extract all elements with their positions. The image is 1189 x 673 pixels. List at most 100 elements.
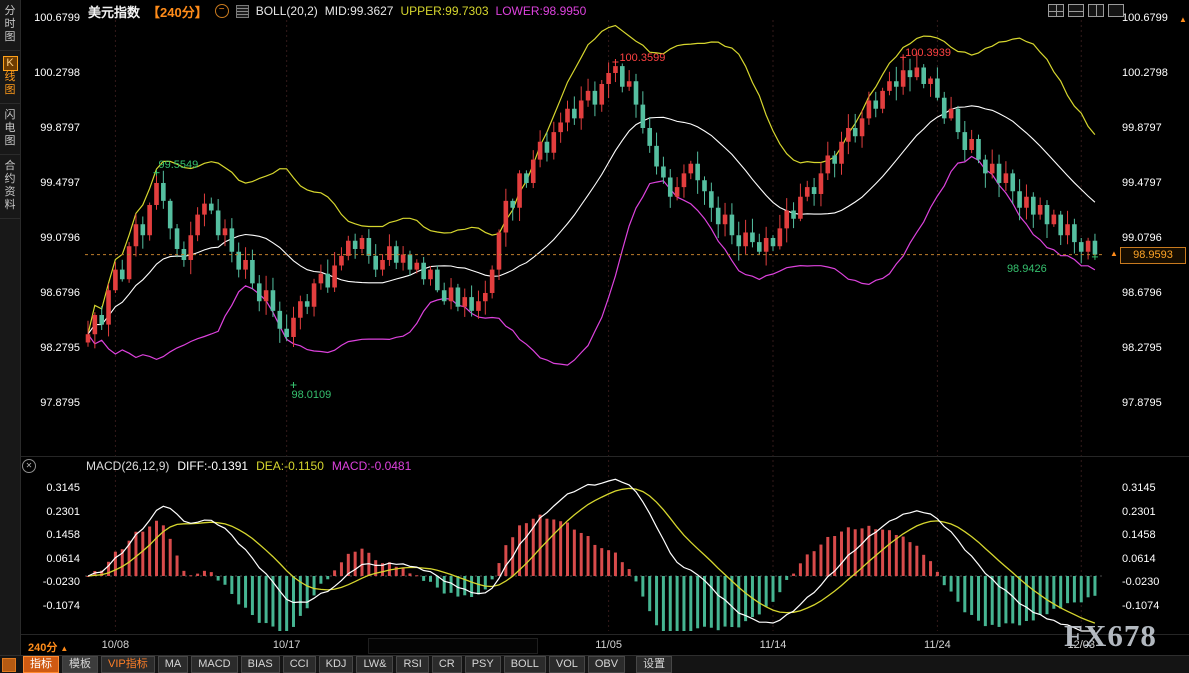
macd-label: MACD(26,12,9)	[86, 459, 169, 473]
icon-line	[1049, 11, 1063, 12]
footer-menu-icon[interactable]	[2, 658, 16, 672]
price-axis-label-right-7: 97.8795	[1122, 397, 1182, 409]
macd-axis-label-left-3: 0.0614	[26, 553, 80, 565]
watermark: FX678	[1064, 618, 1157, 654]
boll-indicator-icon	[236, 5, 249, 18]
timeframe-label[interactable]: 240分▲	[28, 639, 68, 655]
toolbar-button-lwr[interactable]: LW&	[356, 656, 393, 673]
macd-axis-label-right-0: 0.3145	[1122, 482, 1182, 494]
macd-axis-label-left-4: -0.0230	[26, 576, 80, 588]
horizontal-scrollbar[interactable]	[368, 638, 538, 654]
price-axis-label-left-5: 98.6796	[26, 287, 80, 299]
macd-axis-label-right-4: -0.0230	[1122, 576, 1182, 588]
macd-axis-label-left-5: -0.1074	[26, 600, 80, 612]
toolbar-button-bias[interactable]: BIAS	[241, 656, 280, 673]
boll-mid-value: MID:99.3627	[325, 4, 394, 18]
macd-axis-label-left-2: 0.1458	[26, 529, 80, 541]
icon-line	[1096, 5, 1097, 16]
toolbar-button-macd[interactable]: MACD	[191, 656, 237, 673]
period-tag: 【240分】	[147, 2, 208, 21]
price-axis-label-right-2: 99.8797	[1122, 122, 1182, 134]
sidebar-tab-char: 闪	[5, 109, 16, 122]
sidebar: 分时图K线图闪电图合约资料	[0, 0, 21, 655]
macd-hist-value: MACD:-0.0481	[332, 459, 411, 473]
sidebar-tab-char: 料	[5, 199, 16, 212]
date-tick-11/24: 11/24	[917, 639, 957, 651]
trading-app: 分时图K线图闪电图合约资料 美元指数 【240分】 − BOLL(20,2) M…	[0, 0, 1189, 673]
toolbar-button-vol[interactable]: VOL	[549, 656, 585, 673]
toolbar-button-template[interactable]: 模板	[62, 656, 98, 673]
icon-line	[1069, 11, 1083, 12]
price-axis-label-right-3: 99.4797	[1122, 177, 1182, 189]
price-axis-label-right-5: 98.6796	[1122, 287, 1182, 299]
price-axis-label-right-0: 100.6799	[1122, 12, 1182, 24]
date-tick-11/14: 11/14	[753, 639, 793, 651]
toolbar-button-obv[interactable]: OBV	[588, 656, 625, 673]
boll-lower-value: LOWER:98.9950	[496, 4, 587, 18]
axis-top-arrow-icon[interactable]: ▲	[1179, 16, 1187, 24]
sidebar-tab-char: 图	[5, 84, 16, 97]
sidebar-tab-contract-info[interactable]: 合约资料	[0, 155, 20, 219]
candlestick-chart[interactable]	[0, 0, 1189, 673]
macd-axis-label-left-0: 0.3145	[26, 482, 80, 494]
boll-upper-value: UPPER:99.7303	[400, 4, 488, 18]
price-annotation-100.3939: 100.3939	[905, 47, 951, 59]
macd-diff-value: DIFF:-0.1391	[177, 459, 248, 473]
price-annotation-100.3599: 100.3599	[619, 52, 665, 64]
price-axis-label-right-4: 99.0796	[1122, 232, 1182, 244]
remove-indicator-icon[interactable]: ✕	[22, 459, 36, 473]
price-axis-label-left-4: 99.0796	[26, 232, 80, 244]
quad-layout-icon[interactable]	[1048, 4, 1064, 17]
sidebar-tab-char: 分	[5, 5, 16, 18]
current-price-tag: 98.9593	[1120, 247, 1186, 264]
timeframe-arrow-icon: ▲	[60, 644, 68, 653]
toolbar-button-psy[interactable]: PSY	[465, 656, 501, 673]
sidebar-tab-time-chart[interactable]: 分时图	[0, 0, 20, 51]
sidebar-tab-char: 图	[5, 31, 16, 44]
macd-dea-value: DEA:-0.1150	[256, 459, 324, 473]
date-tick-11/05: 11/05	[589, 639, 629, 651]
vsplit-layout-icon[interactable]	[1088, 4, 1104, 17]
sidebar-tab-k-line-chart[interactable]: K线图	[0, 51, 20, 104]
toolbar-button-cr[interactable]: CR	[432, 656, 462, 673]
current-price-value: 98.9593	[1133, 249, 1173, 261]
macd-axis-label-right-3: 0.0614	[1122, 553, 1182, 565]
price-axis-label-left-1: 100.2798	[26, 67, 80, 79]
price-axis-label-left-6: 98.2795	[26, 342, 80, 354]
collapse-indicator-icon[interactable]: −	[215, 4, 229, 18]
price-axis-label-right-1: 100.2798	[1122, 67, 1182, 79]
price-axis-label-left-7: 97.8795	[26, 397, 80, 409]
toolbar-button-kdj[interactable]: KDJ	[319, 656, 354, 673]
sidebar-tab-flash-chart[interactable]: 闪电图	[0, 104, 20, 155]
toolbar-button-settings[interactable]: 设置	[636, 656, 672, 673]
price-annotation-98.0109: 98.0109	[292, 389, 332, 401]
macd-axis-label-right-2: 0.1458	[1122, 529, 1182, 541]
price-axis-label-right-6: 98.2795	[1122, 342, 1182, 354]
price-annotation-99.5549: 99.5549	[159, 159, 199, 171]
price-axis-label-left-3: 99.4797	[26, 177, 80, 189]
window-layout-icons	[1048, 4, 1124, 17]
sidebar-tab-char: 图	[5, 135, 16, 148]
sidebar-tab-char: 合	[5, 160, 16, 173]
toolbar-button-indicator[interactable]: 指标	[23, 656, 59, 673]
toolbar-button-rsi[interactable]: RSI	[396, 656, 428, 673]
sidebar-tab-char: 时	[5, 18, 16, 31]
boll-label: BOLL(20,2)	[256, 4, 318, 18]
sidebar-tab-char: K	[3, 56, 18, 71]
price-axis-label-left-2: 99.8797	[26, 122, 80, 134]
toolbar-button-ma[interactable]: MA	[158, 656, 189, 673]
date-tick-10/08: 10/08	[95, 639, 135, 651]
indicator-toolbar: 指标模板VIP指标MAMACDBIASCCIKDJLW&RSICRPSYBOLL…	[0, 655, 1189, 673]
toolbar-button-cci[interactable]: CCI	[283, 656, 316, 673]
price-axis-label-left-0: 100.6799	[26, 12, 80, 24]
macd-axis-label-right-5: -0.1074	[1122, 600, 1182, 612]
toolbar-button-boll[interactable]: BOLL	[504, 656, 546, 673]
toolbar-button-vip-indicator[interactable]: VIP指标	[101, 656, 155, 673]
price-annotation-98.9426: 98.9426	[1007, 263, 1047, 275]
price-up-arrow-icon: ▲	[1110, 250, 1118, 258]
single-layout-icon[interactable]	[1108, 4, 1124, 17]
sidebar-tab-char: 资	[5, 186, 16, 199]
macd-axis-label-left-1: 0.2301	[26, 506, 80, 518]
instrument-title: 美元指数	[88, 2, 140, 21]
hsplit-layout-icon[interactable]	[1068, 4, 1084, 17]
